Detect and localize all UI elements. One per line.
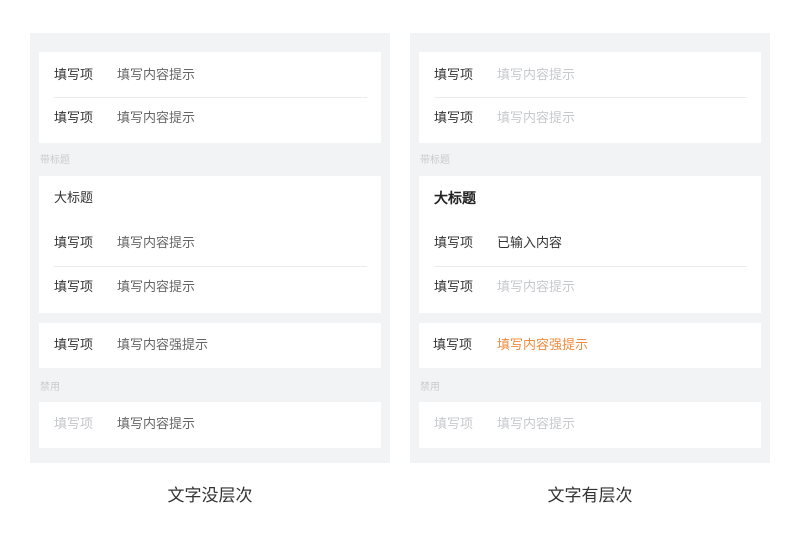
field-input[interactable]: 填写内容提示: [117, 54, 195, 98]
field-input[interactable]: 填写内容提示: [497, 97, 575, 141]
form-row-strong[interactable]: 填写项 填写内容强提示: [419, 324, 761, 368]
field-input-filled[interactable]: 已输入内容: [497, 222, 562, 266]
section-header-titled: 带标题: [420, 155, 450, 166]
form-row[interactable]: 填写项 填写内容提示: [419, 266, 761, 310]
field-input-disabled: 填写内容提示: [117, 417, 196, 432]
form-row[interactable]: 填写项 已输入内容: [419, 222, 761, 266]
section-header-disabled: 禁用: [40, 382, 60, 393]
caption-with-hierarchy: 文字有层次: [547, 486, 633, 506]
field-input[interactable]: 填写内容提示: [117, 222, 195, 266]
field-label: 填写项: [434, 236, 474, 251]
field-label: 填写项: [434, 68, 474, 83]
form-group-disabled: 填写项 填写内容提示: [39, 402, 381, 448]
form-row[interactable]: 填写项 填写内容提示: [419, 97, 761, 141]
group-title: 大标题: [54, 191, 94, 206]
group-title-row: 大标题: [39, 177, 381, 221]
field-label: 填写项: [434, 111, 474, 126]
section-header-titled: 带标题: [40, 155, 70, 166]
form-row[interactable]: 填写项 填写内容提示: [39, 97, 381, 141]
field-input-strong-hint[interactable]: 填写内容强提示: [497, 324, 588, 368]
field-label-disabled: 填写项: [54, 417, 94, 432]
form-group-strong: 填写项 填写内容强提示: [419, 323, 761, 368]
field-input[interactable]: 填写内容提示: [117, 97, 195, 141]
form-row-disabled: 填写项 填写内容提示: [39, 403, 381, 447]
form-row[interactable]: 填写项 填写内容提示: [39, 266, 381, 310]
form-group-2: 大标题 填写项 已输入内容 填写项 填写内容提示: [419, 176, 761, 313]
field-input-strong-hint[interactable]: 填写内容强提示: [117, 324, 208, 368]
form-row[interactable]: 填写项 填写内容提示: [39, 54, 381, 98]
field-label: 填写项: [54, 68, 94, 83]
form-row-disabled: 填写项 填写内容提示: [419, 403, 761, 447]
field-label: 填写项: [54, 280, 94, 295]
form-group-1: 填写项 填写内容提示 填写项 填写内容提示: [39, 52, 381, 143]
form-group-disabled: 填写项 填写内容提示: [419, 402, 761, 448]
field-label: 填写项: [54, 338, 94, 353]
group-title: 大标题: [434, 191, 476, 207]
field-label: 填写项: [434, 280, 474, 295]
field-label-disabled: 填写项: [434, 417, 474, 432]
field-label: 填写项: [433, 338, 473, 353]
right-form-panel: 填写项 填写内容提示 填写项 填写内容提示 带标题 大标题 填写项 已输入内容 …: [410, 33, 770, 463]
field-input[interactable]: 填写内容提示: [117, 266, 195, 310]
section-header-disabled: 禁用: [420, 382, 440, 393]
caption-no-hierarchy: 文字没层次: [167, 486, 253, 506]
field-input-disabled: 填写内容提示: [497, 417, 576, 432]
form-row[interactable]: 填写项 填写内容提示: [419, 54, 761, 98]
group-title-row: 大标题: [419, 177, 761, 221]
form-group-strong: 填写项 填写内容强提示: [39, 323, 381, 368]
form-group-1: 填写项 填写内容提示 填写项 填写内容提示: [419, 52, 761, 143]
field-label: 填写项: [54, 236, 94, 251]
left-form-panel: 填写项 填写内容提示 填写项 填写内容提示 带标题 大标题 填写项 填写内容提示…: [30, 33, 390, 463]
field-input[interactable]: 填写内容提示: [497, 266, 575, 310]
field-input[interactable]: 填写内容提示: [497, 54, 575, 98]
form-row-strong[interactable]: 填写项 填写内容强提示: [39, 324, 381, 368]
form-row[interactable]: 填写项 填写内容提示: [39, 222, 381, 266]
field-label: 填写项: [54, 111, 94, 126]
form-group-2: 大标题 填写项 填写内容提示 填写项 填写内容提示: [39, 176, 381, 313]
